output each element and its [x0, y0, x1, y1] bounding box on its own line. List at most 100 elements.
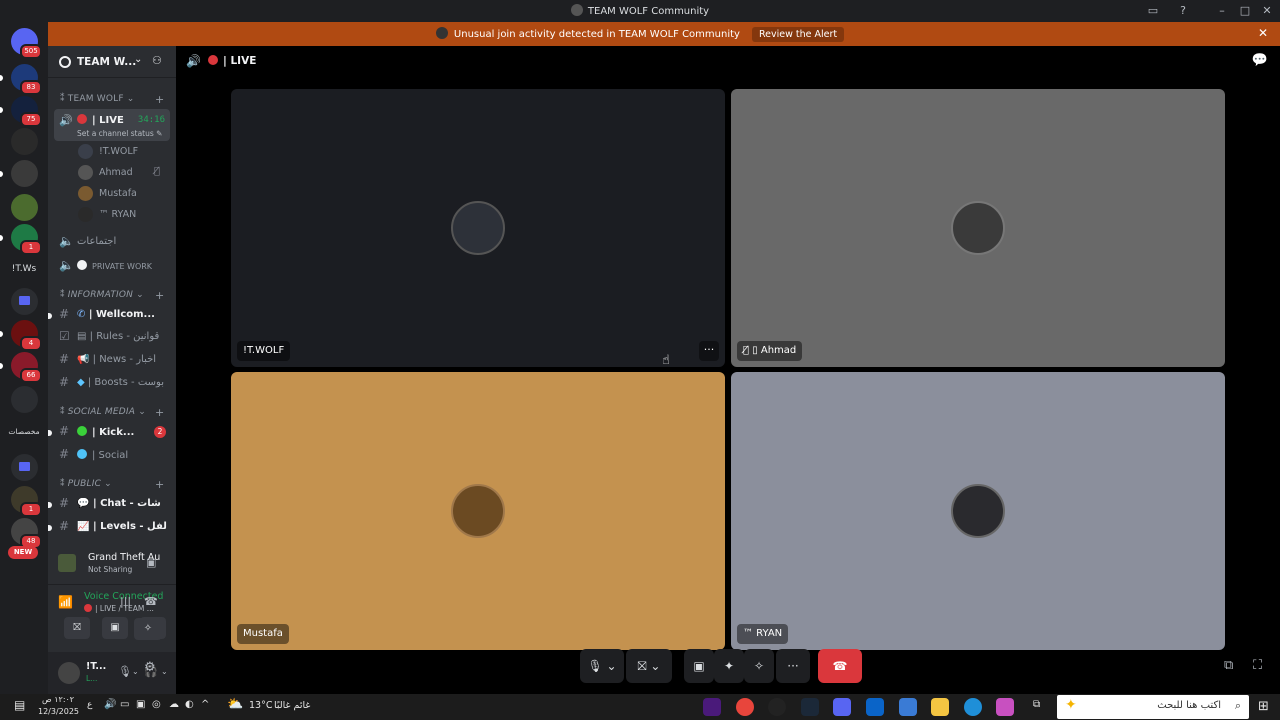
- app-icon[interactable]: [768, 698, 786, 716]
- text-channel-rules[interactable]: ☑ ▤ | Rules - قوانين: [54, 327, 170, 347]
- text-channel-boosts[interactable]: # ◆ | Boosts - بوست: [54, 373, 170, 393]
- category-information[interactable]: ⁑ INFORMATION ⌄ +: [60, 289, 164, 302]
- edge-icon[interactable]: [964, 698, 982, 716]
- avatar[interactable]: [58, 662, 80, 684]
- more-options-button[interactable]: ···: [776, 649, 810, 683]
- avatar: [951, 201, 1005, 255]
- volume-icon[interactable]: 🔊: [104, 699, 116, 710]
- text-channel-chat[interactable]: # 💬 | Chat - شات: [48, 494, 170, 514]
- create-channel-icon[interactable]: +: [155, 93, 164, 106]
- stream-game-icon[interactable]: ▣: [146, 556, 156, 569]
- invite-people-icon[interactable]: ⚇: [152, 54, 162, 67]
- create-channel-icon[interactable]: +: [155, 289, 164, 302]
- folder-icon[interactable]: [11, 454, 38, 481]
- voice-channel-meetings[interactable]: 🔈 اجتماعات: [54, 232, 170, 252]
- pop-out-icon[interactable]: ⧉: [1224, 658, 1233, 673]
- screen-share-indicator-icon[interactable]: ▭: [1145, 3, 1161, 19]
- channel-status[interactable]: Set a channel status ✎: [77, 129, 162, 138]
- video-tile-ahmad[interactable]: 🎙̸ ▯ Ahmad: [731, 89, 1225, 367]
- task-view-icon[interactable]: ⧉: [1033, 699, 1040, 710]
- close-window-button[interactable]: ✕: [1259, 3, 1275, 19]
- text-channel-kick[interactable]: # | Kick... 2: [48, 422, 170, 442]
- voice-channel-live[interactable]: 🔊 | LIVE 34:16 Set a channel status ✎: [54, 109, 170, 141]
- chevron-up-icon[interactable]: ^: [201, 699, 209, 710]
- microphone-icon[interactable]: 🎙: [118, 665, 132, 678]
- taskbar-search[interactable]: ✦ اكتب هنا للبحث ⌕: [1057, 695, 1249, 719]
- guild-text-icon[interactable]: مخصصات: [4, 427, 44, 436]
- microphone-button[interactable]: 🎙 ⌄: [580, 649, 624, 683]
- tray-icon[interactable]: ◐: [185, 699, 194, 710]
- settings-gear-icon[interactable]: ⚙: [144, 660, 156, 675]
- soundboard-button[interactable]: ✧: [134, 618, 162, 640]
- notifications-icon[interactable]: ▤: [14, 698, 25, 712]
- guild-icon[interactable]: 1: [0, 224, 42, 255]
- tray-icon[interactable]: ◎: [152, 699, 161, 710]
- app-icon[interactable]: [703, 698, 721, 716]
- screen-share-button[interactable]: ▣: [684, 649, 714, 683]
- signal-icon[interactable]: 📶: [58, 595, 73, 609]
- help-icon[interactable]: ?: [1175, 3, 1191, 19]
- noise-suppression-icon[interactable]: |||: [120, 595, 131, 608]
- minimize-button[interactable]: –: [1214, 3, 1230, 19]
- clock-date[interactable]: 12/3/2025: [38, 707, 79, 716]
- review-alert-button[interactable]: Review the Alert: [751, 27, 845, 42]
- video-tile-ryan[interactable]: ™ RYAN: [731, 372, 1225, 650]
- fullscreen-icon[interactable]: ⛶: [1253, 658, 1262, 673]
- create-channel-icon[interactable]: +: [155, 406, 164, 419]
- guild-icon[interactable]: 83: [0, 64, 42, 95]
- soundboard-button[interactable]: ✧: [744, 649, 774, 683]
- chat-bubble-icon[interactable]: 💬: [1252, 53, 1268, 68]
- clock-time[interactable]: ١٢:٠٢ ص: [42, 695, 74, 704]
- disconnect-icon[interactable]: ☎: [144, 595, 158, 608]
- text-channel-social[interactable]: # | Social: [54, 445, 170, 465]
- network-icon[interactable]: ▭: [120, 699, 129, 710]
- text-channel-levels[interactable]: # 📈 | Levels - لفل: [48, 517, 170, 537]
- guild-text-icon[interactable]: !T.Ws: [4, 264, 44, 274]
- steam-icon[interactable]: [801, 698, 819, 716]
- category-social-media[interactable]: ⁑ SOCIAL MEDIA ⌄ +: [60, 406, 164, 419]
- chevron-down-icon[interactable]: ⌄: [161, 667, 168, 676]
- voice-channel-private-work[interactable]: 🔈 PRIVATE WORK: [54, 256, 170, 276]
- server-header[interactable]: TEAM W... ⌄ ⚇: [48, 46, 176, 78]
- guild-icon[interactable]: 48: [11, 518, 42, 549]
- maximize-button[interactable]: □: [1237, 3, 1253, 19]
- game-activity[interactable]: Grand Theft Auto V... Not Sharing ▣: [52, 546, 172, 580]
- copilot-icon[interactable]: [996, 698, 1014, 716]
- disconnect-button[interactable]: ☎: [818, 649, 862, 683]
- video-tile-itwolf[interactable]: !T.WOLF ···: [231, 89, 725, 367]
- input-language[interactable]: ع: [87, 700, 92, 710]
- guild-icon[interactable]: 1: [11, 486, 42, 517]
- guild-icon[interactable]: 75: [0, 96, 42, 127]
- discord-icon[interactable]: [833, 698, 851, 716]
- windows-start-icon[interactable]: ⊞: [1258, 699, 1269, 714]
- activities-button[interactable]: ✦: [714, 649, 744, 683]
- guild-icon[interactable]: [0, 160, 38, 187]
- outlook-icon[interactable]: [866, 698, 884, 716]
- tray-icon[interactable]: ▣: [136, 699, 145, 710]
- weather-description[interactable]: غائم غالبًا: [274, 700, 310, 711]
- chrome-icon[interactable]: [736, 698, 754, 716]
- more-options-icon[interactable]: ···: [699, 341, 719, 361]
- direct-messages-button[interactable]: 505: [11, 28, 42, 59]
- file-explorer-icon[interactable]: [931, 698, 949, 716]
- cloud-icon[interactable]: ☁: [169, 699, 179, 710]
- guild-icon[interactable]: [11, 194, 38, 221]
- text-channel-news[interactable]: # 📢 | News - أخبار: [54, 350, 170, 370]
- weather-temp[interactable]: 13°C: [249, 700, 272, 711]
- guild-icon[interactable]: 4: [0, 320, 42, 351]
- store-icon[interactable]: [899, 698, 917, 716]
- category-public[interactable]: ⁑ PUBLIC ⌄ +: [60, 478, 164, 491]
- camera-off-button[interactable]: ⛝ ⌄: [626, 649, 672, 683]
- chevron-down-icon[interactable]: ⌄: [134, 54, 142, 65]
- guild-icon[interactable]: [11, 386, 38, 413]
- guild-icon[interactable]: 66: [0, 352, 42, 383]
- text-channel-welcome[interactable]: # ✆ | Wellcom...: [48, 305, 170, 325]
- weather-icon[interactable]: ⛅: [227, 697, 243, 712]
- folder-icon[interactable]: [11, 288, 38, 315]
- guild-icon[interactable]: [11, 128, 38, 155]
- create-channel-icon[interactable]: +: [155, 478, 164, 491]
- video-tile-mustafa[interactable]: Mustafa: [231, 372, 725, 650]
- category-team-wolf[interactable]: ⁑ TEAM WOLF ⌄ +: [60, 93, 164, 106]
- chevron-down-icon[interactable]: ⌄: [132, 667, 139, 676]
- close-icon[interactable]: ✕: [1258, 26, 1268, 40]
